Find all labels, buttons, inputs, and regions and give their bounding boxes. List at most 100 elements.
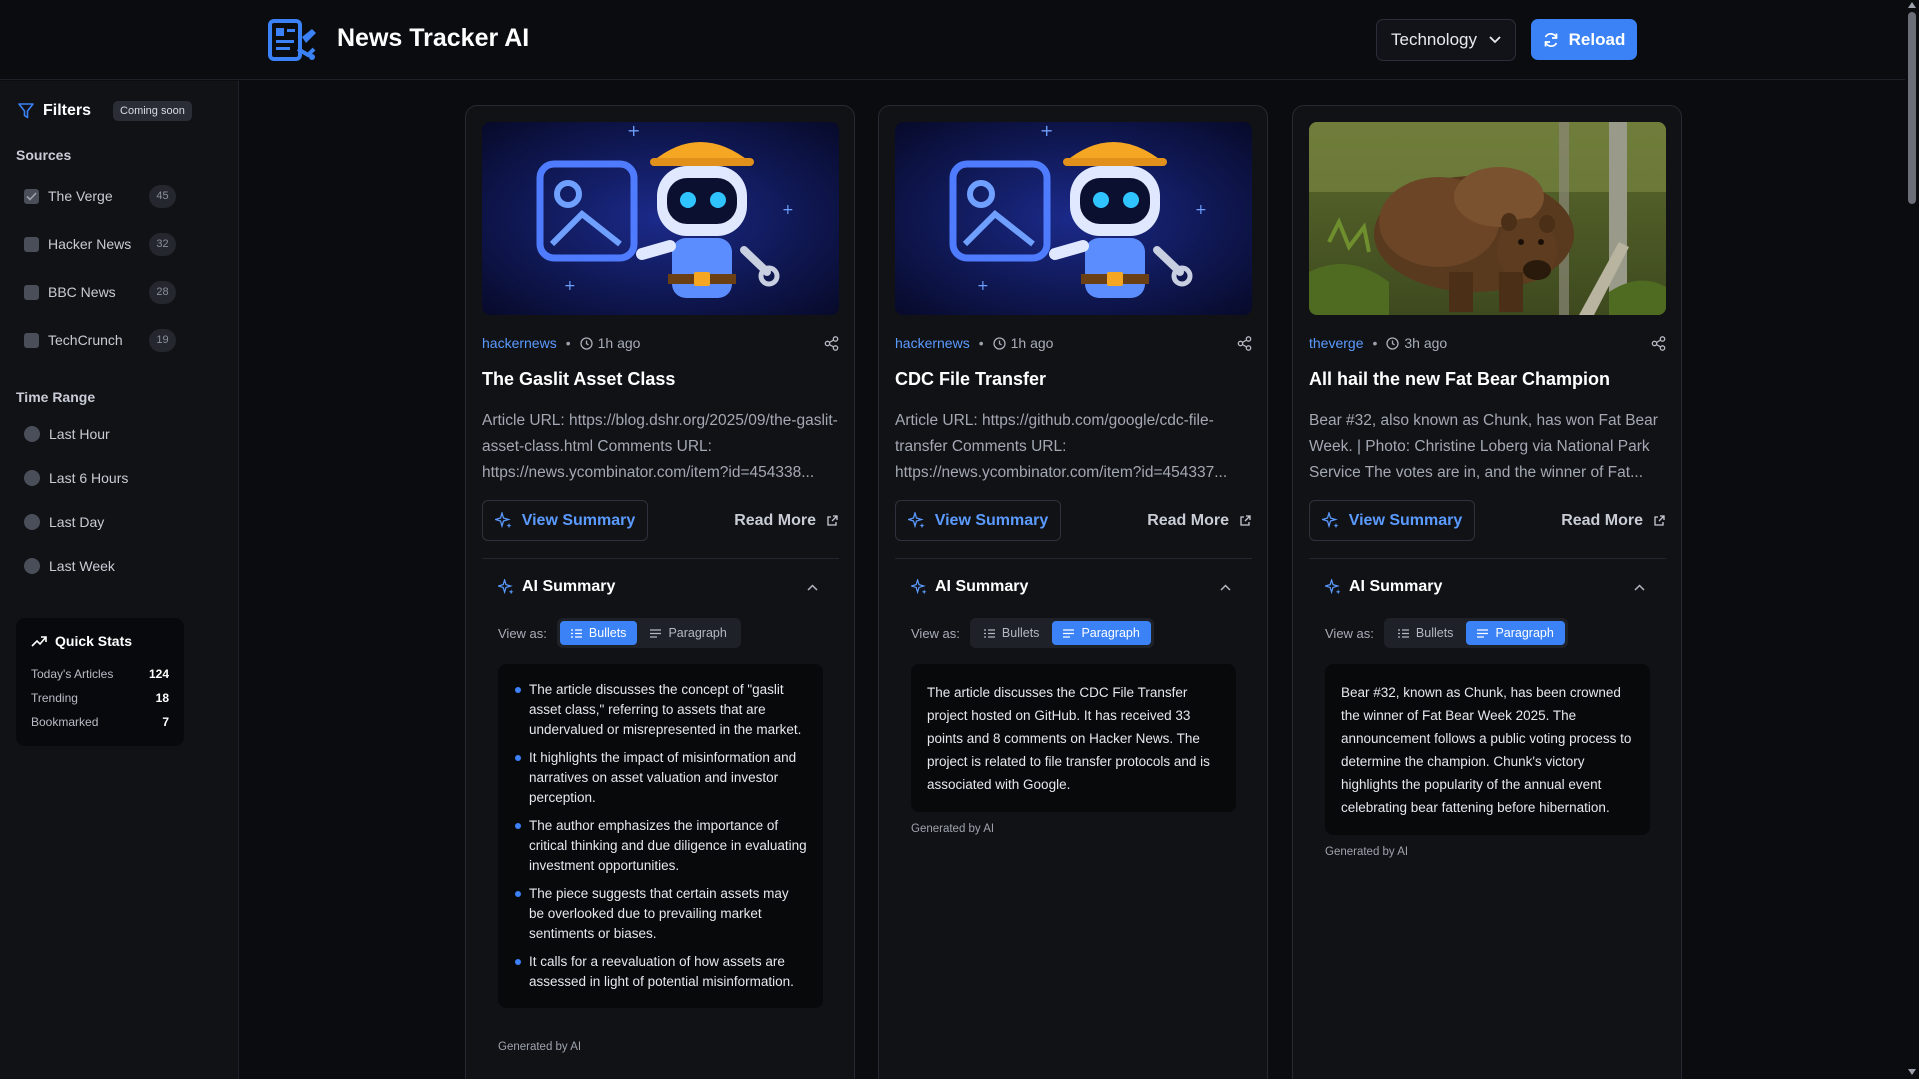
checkbox[interactable] xyxy=(24,284,39,300)
article-thumbnail[interactable]: + + + xyxy=(482,122,839,315)
generated-by-ai-label: Generated by AI xyxy=(1325,846,1409,858)
source-name: TechCrunch xyxy=(48,332,123,348)
list-icon xyxy=(983,628,995,638)
sources-label: Sources xyxy=(16,147,72,163)
svg-text:+: + xyxy=(977,278,989,294)
chevron-up-icon[interactable] xyxy=(1220,584,1231,591)
share-icon[interactable] xyxy=(1651,335,1666,351)
source-item-bbc-news[interactable]: BBC News 28 xyxy=(24,280,176,304)
ai-summary-header[interactable]: AI Summary xyxy=(1325,578,1442,596)
article-meta: hackernews • 1h ago xyxy=(895,333,1252,353)
external-link-icon xyxy=(827,514,838,526)
ai-summary-header[interactable]: AI Summary xyxy=(911,578,1028,596)
ai-summary-content: Bear #32, known as Chunk, has been crown… xyxy=(1325,664,1650,835)
paragraph-label: Paragraph xyxy=(1081,626,1140,640)
stat-row: Bookmarked 7 xyxy=(31,715,169,729)
quick-stats-header: Quick Stats xyxy=(31,633,132,649)
summary-bullet: It calls for a reevaluation of how asset… xyxy=(514,952,807,992)
paragraph-label: Paragraph xyxy=(668,626,727,640)
checkbox[interactable] xyxy=(24,188,39,204)
view-mode-toggle: Bullets Paragraph xyxy=(1383,618,1568,648)
robot-placeholder-image: + + + xyxy=(482,122,839,315)
time-range-last-week[interactable]: Last Week xyxy=(24,558,115,574)
time-range-last-6-hours[interactable]: Last 6 Hours xyxy=(24,470,128,486)
radio-button[interactable] xyxy=(24,470,40,486)
stat-label: Today's Articles xyxy=(31,667,114,681)
checkbox[interactable] xyxy=(24,332,39,348)
sparkles-icon xyxy=(911,579,927,595)
scrollbar-thumb[interactable] xyxy=(1908,12,1916,204)
article-source-link[interactable]: hackernews xyxy=(482,335,557,351)
source-count: 28 xyxy=(149,280,176,304)
bullets-toggle[interactable]: Bullets xyxy=(1387,621,1465,645)
bullets-toggle[interactable]: Bullets xyxy=(559,621,638,645)
category-dropdown[interactable]: Technology xyxy=(1376,19,1516,61)
top-bar: News Tracker AI Technology Reload xyxy=(0,0,1905,80)
chevron-up-icon[interactable] xyxy=(1634,584,1645,591)
read-more-link[interactable]: Read More xyxy=(734,500,838,541)
summary-bullet: The piece suggests that certain assets m… xyxy=(514,884,807,944)
article-title[interactable]: All hail the new Fat Bear Champion xyxy=(1309,369,1666,390)
source-item-hacker-news[interactable]: Hacker News 32 xyxy=(24,232,176,256)
separator-dot: • xyxy=(565,335,571,351)
clock-icon xyxy=(1386,336,1400,350)
list-icon xyxy=(570,628,582,638)
view-as-label: View as: xyxy=(1325,625,1374,641)
view-summary-button[interactable]: View Summary xyxy=(1309,500,1475,541)
paragraph-toggle[interactable]: Paragraph xyxy=(1052,621,1151,645)
radio-button[interactable] xyxy=(24,558,40,574)
share-icon[interactable] xyxy=(1237,335,1252,351)
radio-button[interactable] xyxy=(24,426,40,442)
separator-dot: • xyxy=(978,335,984,351)
checkbox[interactable] xyxy=(24,236,39,252)
article-time: 1h ago xyxy=(597,335,641,351)
chevron-up-icon[interactable] xyxy=(807,584,818,591)
reload-label: Reload xyxy=(1568,29,1626,49)
ai-summary-title: AI Summary xyxy=(1349,578,1443,595)
stat-row: Today's Articles 124 xyxy=(31,667,169,681)
time-range-last-hour[interactable]: Last Hour xyxy=(24,426,110,442)
time-range-option: Last 6 Hours xyxy=(49,470,129,486)
source-item-the-verge[interactable]: The Verge 45 xyxy=(24,184,176,208)
article-source-link[interactable]: hackernews xyxy=(895,335,970,351)
stat-value: 18 xyxy=(155,691,169,705)
chevron-down-icon xyxy=(1489,36,1501,44)
source-name: Hacker News xyxy=(48,236,132,252)
paragraph-toggle[interactable]: Paragraph xyxy=(639,621,737,645)
page-scrollbar[interactable] xyxy=(1905,0,1919,1079)
article-thumbnail[interactable] xyxy=(1309,122,1666,315)
article-source-link[interactable]: theverge xyxy=(1309,335,1363,351)
svg-text:+: + xyxy=(782,202,794,218)
summary-bullet: The article discusses the concept of "ga… xyxy=(514,680,807,740)
read-more-link[interactable]: Read More xyxy=(1147,500,1251,541)
radio-button[interactable] xyxy=(24,514,40,530)
article-thumbnail[interactable]: + + + xyxy=(895,122,1252,315)
paragraph-toggle[interactable]: Paragraph xyxy=(1466,621,1565,645)
view-summary-button[interactable]: View Summary xyxy=(482,500,648,541)
view-as-row: View as: Bullets Paragraph xyxy=(1325,618,1568,648)
scroll-up-arrow-icon[interactable] xyxy=(1908,2,1916,8)
share-icon[interactable] xyxy=(824,335,839,351)
article-title[interactable]: The Gaslit Asset Class xyxy=(482,369,839,390)
paragraph-icon xyxy=(650,628,662,638)
ai-summary-header[interactable]: AI Summary xyxy=(498,578,615,596)
bullets-label: Bullets xyxy=(1415,626,1454,640)
view-summary-button[interactable]: View Summary xyxy=(895,500,1061,541)
summary-bullet: It highlights the impact of misinformati… xyxy=(514,748,807,808)
stat-row: Trending 18 xyxy=(31,691,169,705)
article-description: Article URL: https://blog.dshr.org/2025/… xyxy=(482,412,838,481)
ai-summary-content: The article discusses the concept of "ga… xyxy=(498,664,823,1008)
article-card: + + + hackernews • 1h ago CDC File Trans… xyxy=(878,105,1268,1079)
bullets-toggle[interactable]: Bullets xyxy=(973,621,1051,645)
read-more-link[interactable]: Read More xyxy=(1561,500,1665,541)
scroll-down-arrow-icon[interactable] xyxy=(1908,1069,1916,1075)
source-item-techcrunch[interactable]: TechCrunch 19 xyxy=(24,328,176,352)
bullets-label: Bullets xyxy=(1001,626,1040,640)
time-range-last-day[interactable]: Last Day xyxy=(24,514,104,530)
reload-button[interactable]: Reload xyxy=(1531,19,1637,60)
coming-soon-badge: Coming soon xyxy=(113,101,192,121)
list-icon xyxy=(1397,628,1409,638)
article-title[interactable]: CDC File Transfer xyxy=(895,369,1252,390)
divider xyxy=(1309,558,1666,559)
bear-photo-image xyxy=(1309,122,1666,315)
